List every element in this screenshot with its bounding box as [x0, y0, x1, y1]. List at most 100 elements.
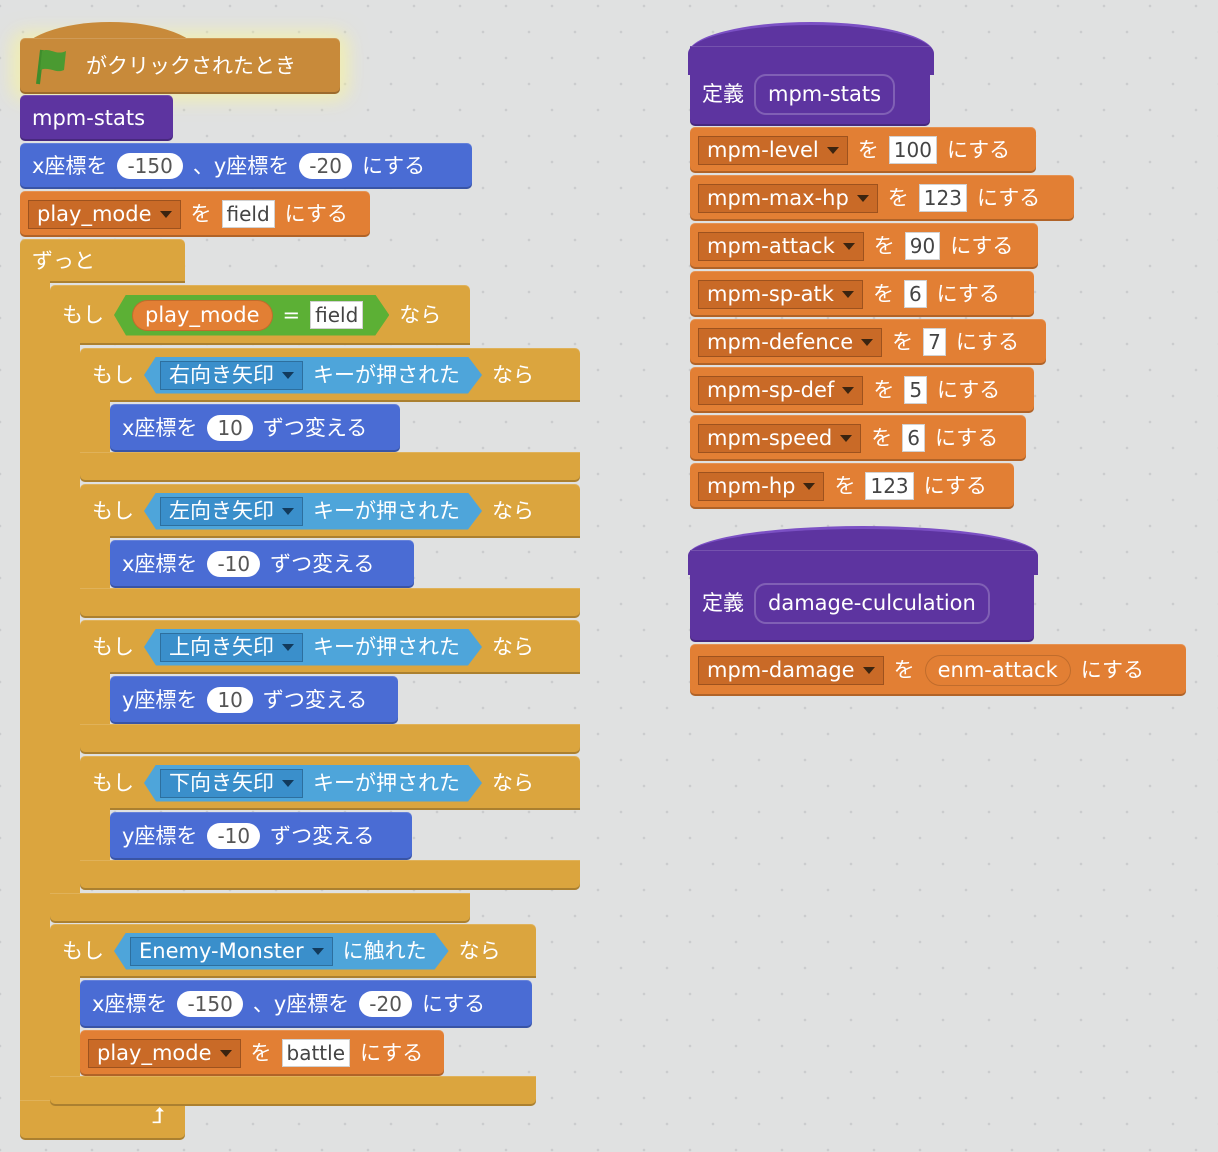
variable-dropdown[interactable]: mpm-level	[698, 135, 848, 165]
value-input[interactable]: 6	[902, 424, 925, 452]
value-input[interactable]: 7	[923, 328, 946, 356]
key-pressed-sensor[interactable]: 上向き矢印 キーが押された	[144, 629, 482, 666]
set-play-mode-block[interactable]: play_mode を battle にする	[80, 1030, 444, 1076]
call-label: mpm-stats	[32, 105, 146, 130]
forever-block[interactable]: ずっと	[20, 239, 185, 283]
variable-dropdown[interactable]: mpm-defence	[698, 327, 883, 357]
key-pressed-sensor[interactable]: 左向き矢印 キーが押された	[144, 493, 482, 530]
suffix-label: にする	[923, 473, 987, 498]
variable-name: mpm-hp	[707, 473, 796, 498]
set-variable-block[interactable]: mpm-max-hp を 123 にする	[690, 175, 1074, 221]
value-input[interactable]: 100	[888, 136, 937, 164]
variable-dropdown[interactable]: mpm-sp-atk	[698, 279, 863, 309]
set-variable-block[interactable]: mpm-level を 100 にする	[690, 127, 1036, 173]
change-x-block[interactable]: x座標を -10 ずつ変える	[110, 540, 414, 588]
value-input[interactable]: 123	[918, 184, 967, 212]
variable-name: mpm-level	[707, 137, 819, 162]
set-variable-block[interactable]: mpm-sp-def を 5 にする	[690, 367, 1034, 413]
suffix-label: にする	[976, 185, 1041, 210]
if-key-left-block[interactable]: もし 左向き矢印 キーが押された なら	[80, 484, 580, 538]
variable-dropdown[interactable]: mpm-sp-def	[698, 375, 864, 405]
key-dropdown[interactable]: 上向き矢印	[160, 633, 303, 662]
change-x-block[interactable]: x座標を 10 ずつ変える	[110, 404, 400, 452]
procedure-prototype[interactable]: mpm-stats	[754, 73, 896, 115]
x-input[interactable]: -150	[177, 991, 243, 1017]
then-label: なら	[492, 770, 534, 795]
amount-input[interactable]: -10	[207, 823, 261, 849]
variable-dropdown[interactable]: mpm-damage	[698, 655, 884, 685]
goto-xy-block[interactable]: x座標を -150 、y座標を -20 にする	[80, 980, 532, 1028]
amount-input[interactable]: 10	[207, 415, 253, 441]
define-block[interactable]: 定義 damage-culculation	[690, 550, 1034, 642]
value-input[interactable]: 5	[904, 376, 928, 404]
touching-sensor[interactable]: Enemy-Monster に触れた	[114, 933, 449, 970]
if-key-up-block[interactable]: もし 上向き矢印 キーが押された なら	[80, 620, 580, 674]
wo-label: を	[892, 329, 914, 354]
equals-sign: =	[282, 302, 301, 327]
suffix-label: にする	[421, 991, 486, 1016]
variable-dropdown[interactable]: mpm-speed	[698, 423, 862, 453]
key-dropdown[interactable]: 右向き矢印	[160, 361, 303, 390]
value-input[interactable]: 90	[904, 232, 941, 260]
if-key-left-wall	[80, 536, 110, 596]
wo-label: を	[871, 425, 893, 450]
key-pressed-sensor[interactable]: 右向き矢印 キーが押された	[144, 357, 482, 394]
sprite-dropdown[interactable]: Enemy-Monster	[130, 937, 333, 966]
value-input[interactable]: battle	[281, 1039, 351, 1067]
set-variable-block[interactable]: mpm-hp を 123 にする	[690, 463, 1014, 509]
if-key-right-block[interactable]: もし 右向き矢印 キーが押された なら	[80, 348, 580, 402]
when-flag-clicked-block[interactable]: がクリックされたとき	[20, 38, 340, 94]
if-touching-block[interactable]: もし Enemy-Monster に触れた なら	[50, 924, 536, 978]
if-play-mode-block[interactable]: もし play_mode = field なら	[50, 285, 470, 345]
wo-label: を	[872, 281, 894, 306]
dropdown-arrow-icon	[826, 146, 839, 154]
set-variable-block[interactable]: mpm-defence を 7 にする	[690, 319, 1046, 365]
define-block[interactable]: 定義 mpm-stats	[690, 46, 930, 126]
call-mpm-stats-block[interactable]: mpm-stats	[20, 95, 173, 141]
enm-attack-reporter[interactable]: enm-attack	[924, 654, 1071, 686]
variable-dropdown[interactable]: play_mode	[28, 199, 181, 229]
key-dropdown[interactable]: 左向き矢印	[160, 497, 303, 526]
set-variable-block[interactable]: mpm-attack を 90 にする	[690, 223, 1038, 269]
if-key-right-wall	[80, 400, 110, 460]
change-y-block[interactable]: y座標を -10 ずつ変える	[110, 812, 412, 860]
set-variable-block[interactable]: mpm-sp-atk を 6 にする	[690, 271, 1034, 317]
pressed-label: キーが押された	[313, 770, 460, 795]
dropdown-arrow-icon	[219, 1049, 232, 1057]
pressed-label: キーが押された	[313, 634, 460, 659]
y-input[interactable]: -20	[299, 153, 352, 179]
variable-dropdown[interactable]: mpm-max-hp	[698, 183, 878, 213]
if-key-down-block[interactable]: もし 下向き矢印 キーが押された なら	[80, 756, 580, 810]
goto-xy-block[interactable]: x座標を -150 、y座標を -20 にする	[20, 143, 472, 189]
variable-dropdown[interactable]: mpm-hp	[698, 471, 825, 501]
value-input[interactable]: 6	[903, 280, 927, 308]
if-key-up-bottom	[80, 724, 580, 754]
define-label: 定義	[702, 590, 744, 615]
value-input[interactable]: 123	[865, 472, 914, 500]
x-input[interactable]: -150	[117, 153, 183, 179]
variable-dropdown[interactable]: mpm-attack	[698, 231, 864, 261]
set-variable-block[interactable]: mpm-speed を 6 にする	[690, 415, 1026, 461]
define-label: 定義	[702, 81, 744, 106]
key-name: 右向き矢印	[169, 362, 274, 387]
if-label: もし	[62, 302, 104, 327]
key-dropdown[interactable]: 下向き矢印	[160, 769, 303, 798]
equals-operator[interactable]: play_mode = field	[114, 295, 389, 336]
set-play-mode-block[interactable]: play_mode を field にする	[20, 191, 370, 237]
change-y-block[interactable]: y座標を 10 ずつ変える	[110, 676, 398, 724]
if-label: もし	[92, 770, 134, 795]
amount-input[interactable]: 10	[207, 687, 253, 713]
key-pressed-sensor[interactable]: 下向き矢印 キーが押された	[144, 765, 482, 802]
y-input[interactable]: -20	[359, 991, 412, 1017]
dropdown-arrow-icon	[312, 948, 324, 955]
compare-value-input[interactable]: field	[310, 301, 363, 329]
play-mode-reporter[interactable]: play_mode	[132, 300, 273, 331]
if-touching-wall	[50, 976, 80, 1080]
value-input[interactable]: field	[221, 200, 275, 228]
set-damage-block[interactable]: mpm-damage を enm-attack にする	[690, 644, 1186, 696]
suffix-label: にする	[936, 281, 1000, 306]
if-play-mode-wall	[50, 343, 80, 903]
variable-dropdown[interactable]: play_mode	[88, 1038, 241, 1068]
procedure-prototype[interactable]: damage-culculation	[754, 582, 990, 624]
amount-input[interactable]: -10	[207, 551, 261, 577]
